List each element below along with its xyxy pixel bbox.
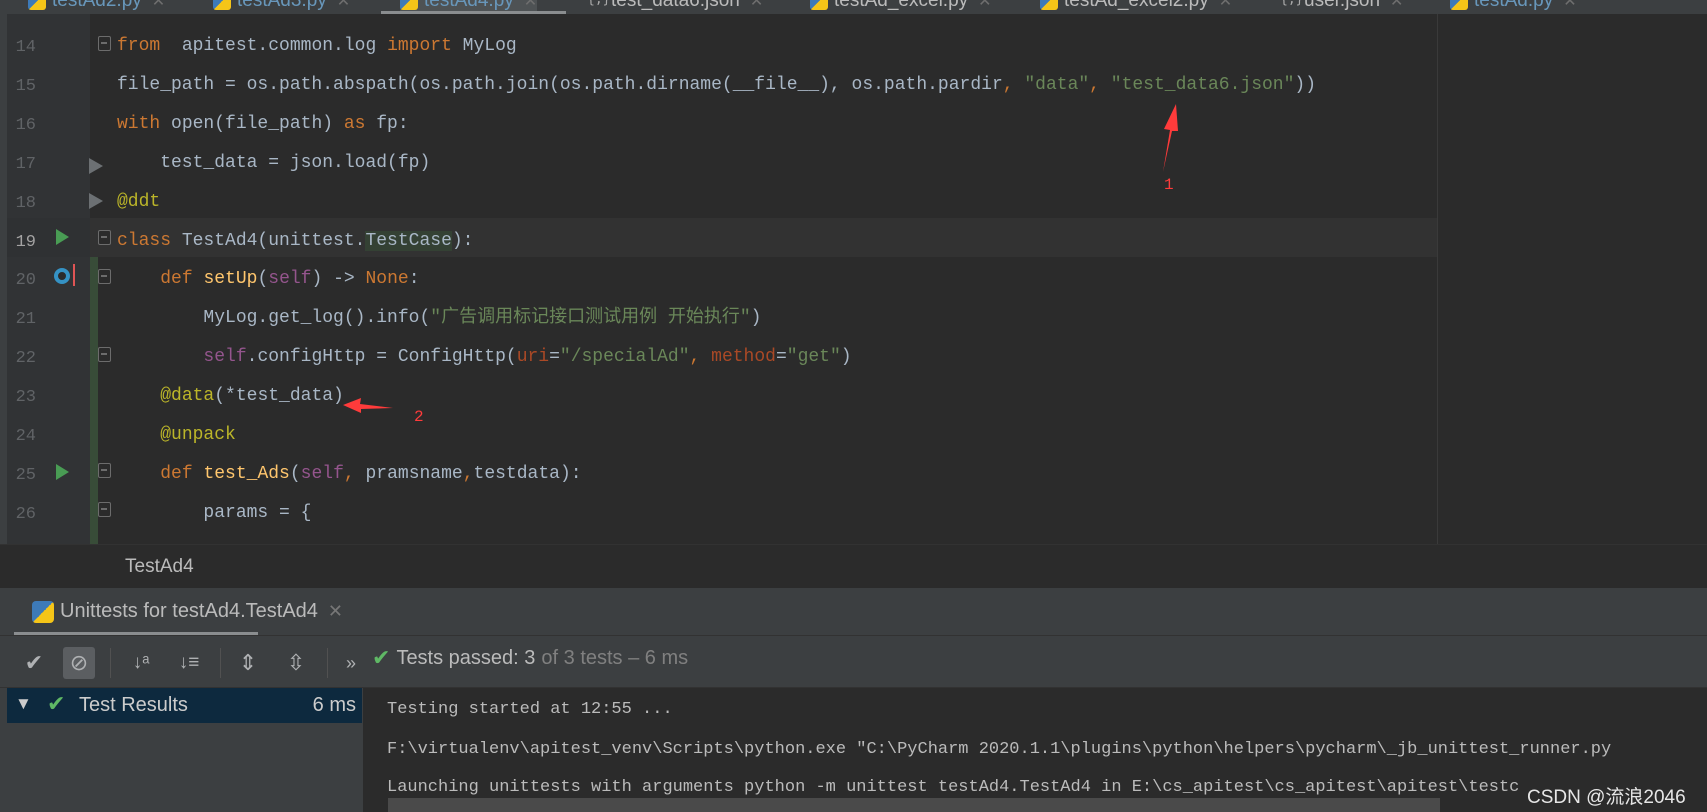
tree-row-test-results[interactable]: ▼ ✔ Test Results 6 ms — [7, 688, 362, 723]
collapse-all-icon[interactable]: ⇳ — [280, 647, 312, 679]
annotation-label-2: 2 — [414, 408, 424, 426]
console-line: F:\virtualenv\apitest_venv\Scripts\pytho… — [387, 740, 1612, 759]
sort-by-duration-icon[interactable]: ↓≡ — [173, 647, 205, 679]
passed-check-icon: ✔ — [47, 691, 66, 716]
toolbar-separator — [327, 648, 328, 678]
breadcrumb-item[interactable]: TestAd4 — [125, 556, 194, 578]
toolbar-separator — [220, 648, 221, 678]
console-line: Launching unittests with arguments pytho… — [387, 778, 1520, 797]
show-passed-icon[interactable]: ✔ — [18, 647, 50, 679]
passed-check-icon: ✔ — [372, 645, 391, 670]
more-icon[interactable]: » — [335, 647, 367, 679]
tree-label: Test Results — [79, 694, 188, 716]
tree-duration: 6 ms — [312, 694, 356, 716]
horizontal-scrollbar[interactable] — [388, 798, 1440, 812]
show-ignored-icon[interactable]: ⊘ — [63, 647, 95, 679]
annotation-label-1: 1 — [1164, 176, 1174, 194]
status-total: of 3 tests – 6 ms — [541, 646, 689, 669]
status-passed: Tests passed: 3 — [396, 646, 536, 669]
breadcrumb-bar — [0, 544, 1707, 588]
annotation-arrow-2 — [343, 398, 393, 413]
expand-all-icon[interactable]: ⇕ — [232, 647, 264, 679]
expand-arrow-icon[interactable]: ▼ — [15, 694, 32, 714]
run-tab[interactable]: Unittests for testAd4.TestAd4 ✕ — [32, 588, 343, 635]
sort-alphabetically-icon[interactable]: ↓ᵃ — [125, 647, 157, 679]
close-icon[interactable]: ✕ — [328, 601, 343, 622]
test-status: ✔ Tests passed: 3 of 3 tests – 6 ms — [372, 645, 688, 671]
run-tab-label: Unittests for testAd4.TestAd4 — [60, 600, 318, 622]
toolbar-separator — [110, 648, 111, 678]
annotation-arrow-1 — [1163, 104, 1178, 172]
console-line: Testing started at 12:55 ... — [387, 700, 673, 719]
watermark: CSDN @流浪2046 — [1527, 787, 1686, 808]
python-test-icon — [32, 600, 54, 623]
run-toolbar: ✔ ⊘ ↓ᵃ ↓≡ ⇕ ⇳ » — [0, 635, 1707, 688]
